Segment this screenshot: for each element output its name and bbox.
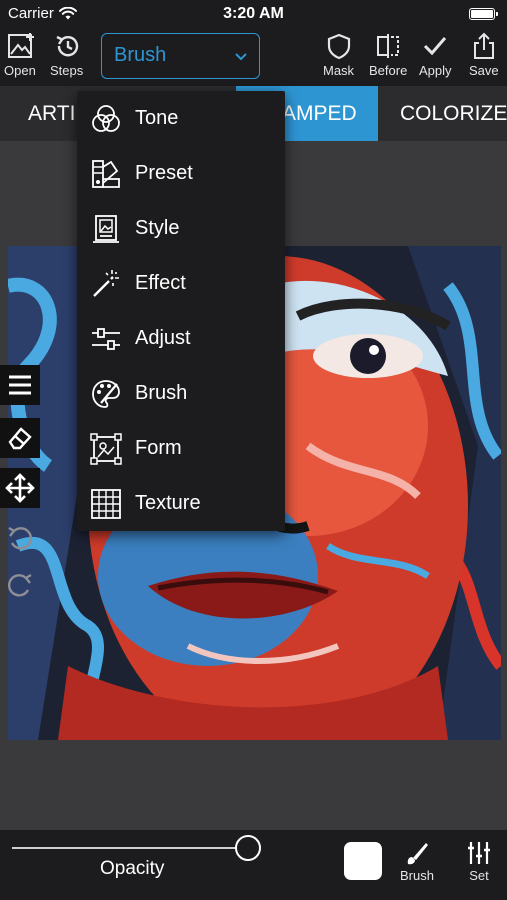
set-button[interactable]: Set (466, 840, 492, 883)
opacity-label: Opacity (100, 858, 165, 879)
status-bar: Carrier 3:20 AM (0, 0, 507, 28)
menu-item-form[interactable]: Form (77, 421, 285, 476)
menu-item-texture[interactable]: Texture (77, 476, 285, 531)
eraser-icon (8, 427, 32, 450)
share-icon (473, 32, 494, 59)
history-icon (56, 35, 78, 57)
steps-button[interactable]: Steps (50, 32, 83, 78)
style-icon (93, 214, 119, 243)
preset-icon (92, 159, 120, 188)
status-time: 3:20 AM (223, 5, 284, 22)
bottom-toolbar: Opacity Brush Set (0, 830, 507, 900)
compare-icon (377, 34, 400, 58)
menu-item-effect[interactable]: Effect (77, 256, 285, 311)
menu-item-label: Style (135, 217, 180, 239)
menu-item-brush[interactable]: Brush (77, 366, 285, 421)
equalizer-icon (468, 842, 490, 864)
undo-button[interactable] (0, 518, 40, 558)
open-image-icon (7, 33, 34, 58)
mode-dropdown-menu: Tone Preset Style Effect Adjust Brush Fo… (77, 91, 285, 531)
eraser-button[interactable] (0, 418, 40, 458)
open-button[interactable]: Open (4, 32, 36, 78)
hamburger-icon (9, 375, 31, 395)
menu-item-label: Brush (135, 382, 188, 404)
opacity-slider-track[interactable] (12, 847, 248, 849)
menu-item-label: Preset (135, 162, 193, 184)
open-label: Open (4, 63, 36, 78)
move-arrows-icon (5, 473, 35, 503)
menu-button[interactable] (0, 365, 40, 405)
before-label: Before (369, 63, 408, 78)
menu-item-preset[interactable]: Preset (77, 146, 285, 201)
mode-dropdown[interactable]: Brush (101, 33, 260, 79)
magic-wand-icon (93, 269, 119, 297)
apply-label: Apply (419, 63, 452, 78)
shield-icon (327, 33, 350, 60)
menu-item-label: Tone (135, 107, 179, 129)
mode-dropdown-value: Brush (114, 44, 167, 66)
brush-settings-button[interactable]: Brush (400, 840, 434, 883)
steps-label: Steps (50, 63, 84, 78)
form-icon (90, 432, 122, 465)
texture-grid-icon (91, 488, 121, 519)
menu-item-adjust[interactable]: Adjust (77, 311, 285, 366)
before-button[interactable]: Before (369, 32, 407, 78)
opacity-slider-thumb[interactable] (235, 835, 261, 861)
set-label: Set (469, 868, 489, 883)
tab-colorize[interactable]: COLORIZE (400, 86, 507, 141)
menu-item-label: Texture (135, 492, 201, 514)
menu-item-label: Effect (135, 272, 186, 294)
menu-item-tone[interactable]: Tone (77, 91, 285, 146)
chevron-down-icon (235, 53, 247, 61)
palette-icon (92, 379, 120, 408)
tone-icon (92, 104, 120, 132)
menu-item-label: Form (135, 437, 182, 459)
battery-icon (469, 8, 498, 20)
mask-label: Mask (323, 63, 355, 78)
color-swatch-button[interactable] (344, 842, 382, 880)
save-button[interactable]: Save (469, 32, 499, 78)
save-label: Save (469, 63, 499, 78)
sliders-icon (92, 327, 120, 350)
brush-icon (407, 843, 428, 865)
tab-arti[interactable]: ARTI (28, 86, 75, 141)
move-button[interactable] (0, 468, 40, 508)
apply-button[interactable]: Apply (419, 32, 452, 78)
mask-button[interactable]: Mask (323, 32, 354, 78)
undo-icon (8, 526, 33, 550)
brush-label: Brush (400, 868, 434, 883)
menu-item-label: Adjust (135, 327, 191, 349)
redo-icon (7, 573, 32, 597)
checkmark-icon (424, 37, 447, 56)
redo-button[interactable] (0, 565, 40, 605)
menu-item-style[interactable]: Style (77, 201, 285, 256)
